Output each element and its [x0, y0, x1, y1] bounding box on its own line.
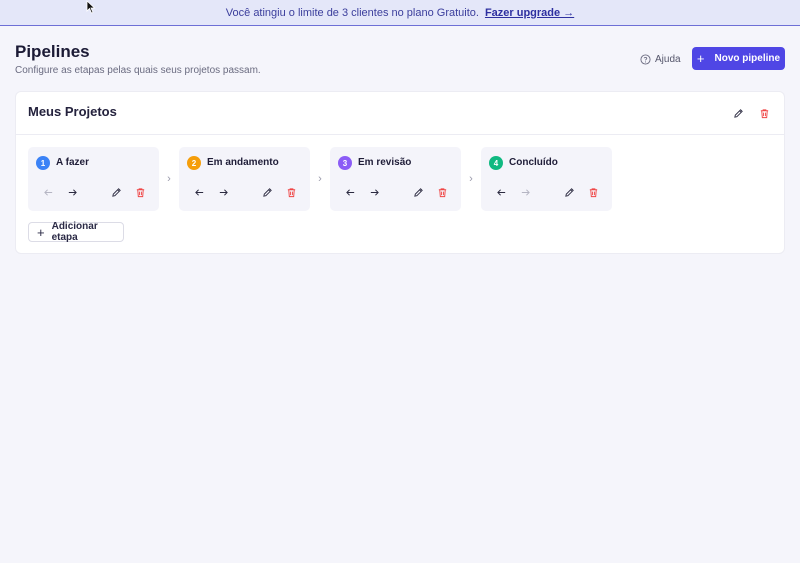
delete-stage-button[interactable] [285, 186, 297, 198]
stage-card: 4 Concluído [481, 147, 612, 211]
delete-pipeline-button[interactable] [758, 107, 770, 119]
stage-name: A fazer [56, 157, 89, 168]
move-right-button[interactable] [368, 186, 380, 198]
upgrade-banner: Você atingiu o limite de 3 clientes no p… [0, 0, 800, 26]
pencil-icon [111, 187, 121, 197]
edit-stage-button[interactable] [412, 186, 424, 198]
plus-icon: + [37, 224, 45, 240]
pencil-icon [733, 108, 743, 118]
pipeline-card: Meus Projetos 1 A fazer › 2 Em andamento… [15, 91, 785, 254]
arrow-right-icon [219, 188, 228, 196]
delete-stage-button[interactable] [436, 186, 448, 198]
move-left-button[interactable] [495, 186, 507, 198]
arrow-right-icon [521, 188, 530, 196]
move-right-button[interactable] [519, 186, 531, 198]
help-label: Ajuda [655, 53, 681, 65]
upgrade-link[interactable]: Fazer upgrade → [485, 7, 574, 19]
stage-card: 1 A fazer [28, 147, 159, 211]
stage-card: 3 Em revisão [330, 147, 461, 211]
move-left-button[interactable] [42, 186, 54, 198]
move-left-button[interactable] [344, 186, 356, 198]
pencil-icon [413, 187, 423, 197]
trash-icon [760, 108, 768, 118]
add-stage-label: Adicionar etapa [51, 221, 98, 243]
pencil-icon [564, 187, 574, 197]
edit-stage-button[interactable] [261, 186, 273, 198]
stage-number-badge: 4 [489, 156, 503, 170]
stage-name: Em andamento [207, 157, 279, 168]
new-pipeline-button[interactable]: + Novo pipeline [692, 47, 785, 70]
stage-name: Concluído [509, 157, 558, 168]
arrow-left-icon [345, 188, 354, 196]
stage-name: Em revisão [358, 157, 412, 168]
chevron-right-icon: › [318, 173, 322, 185]
chevron-right-icon: › [167, 173, 171, 185]
stage-number-badge: 2 [187, 156, 201, 170]
move-left-button[interactable] [193, 186, 205, 198]
stage-card: 2 Em andamento [179, 147, 310, 211]
arrow-left-icon [496, 188, 505, 196]
stage-actions [342, 186, 449, 198]
stage-number-badge: 1 [36, 156, 50, 170]
pencil-icon [262, 187, 272, 197]
arrow-left-icon [43, 188, 52, 196]
stage-actions [191, 186, 298, 198]
arrow-right-icon [370, 188, 379, 196]
move-right-button[interactable] [66, 186, 78, 198]
page-subtitle: Configure as etapas pelas quais seus pro… [15, 65, 261, 76]
trash-icon [287, 187, 295, 197]
edit-stage-button[interactable] [110, 186, 122, 198]
mouse-cursor-icon [86, 0, 96, 14]
arrow-left-icon [194, 188, 203, 196]
banner-message: Você atingiu o limite de 3 clientes no p… [225, 6, 479, 19]
pipeline-card-header: Meus Projetos [16, 92, 784, 135]
edit-pipeline-button[interactable] [732, 107, 744, 119]
help-button[interactable]: Ajuda [640, 50, 681, 68]
stages-list: 1 A fazer › 2 Em andamento › 3 Em revisã… [28, 147, 612, 211]
trash-icon [438, 187, 446, 197]
trash-icon [589, 187, 597, 197]
help-circle-icon [640, 53, 651, 65]
arrow-right-icon [68, 188, 77, 196]
stage-actions [493, 186, 600, 198]
chevron-right-icon: › [469, 173, 473, 185]
pipeline-actions [732, 107, 770, 119]
trash-icon [136, 187, 144, 197]
plus-icon: + [696, 51, 705, 66]
new-pipeline-label: Novo pipeline [714, 53, 781, 64]
pipeline-name: Meus Projetos [28, 104, 117, 119]
delete-stage-button[interactable] [134, 186, 146, 198]
stage-actions [40, 186, 147, 198]
stage-number-badge: 3 [338, 156, 352, 170]
edit-stage-button[interactable] [563, 186, 575, 198]
add-stage-button[interactable]: + Adicionar etapa [28, 221, 124, 243]
delete-stage-button[interactable] [587, 186, 599, 198]
move-right-button[interactable] [217, 186, 229, 198]
page-title: Pipelines [15, 42, 90, 61]
